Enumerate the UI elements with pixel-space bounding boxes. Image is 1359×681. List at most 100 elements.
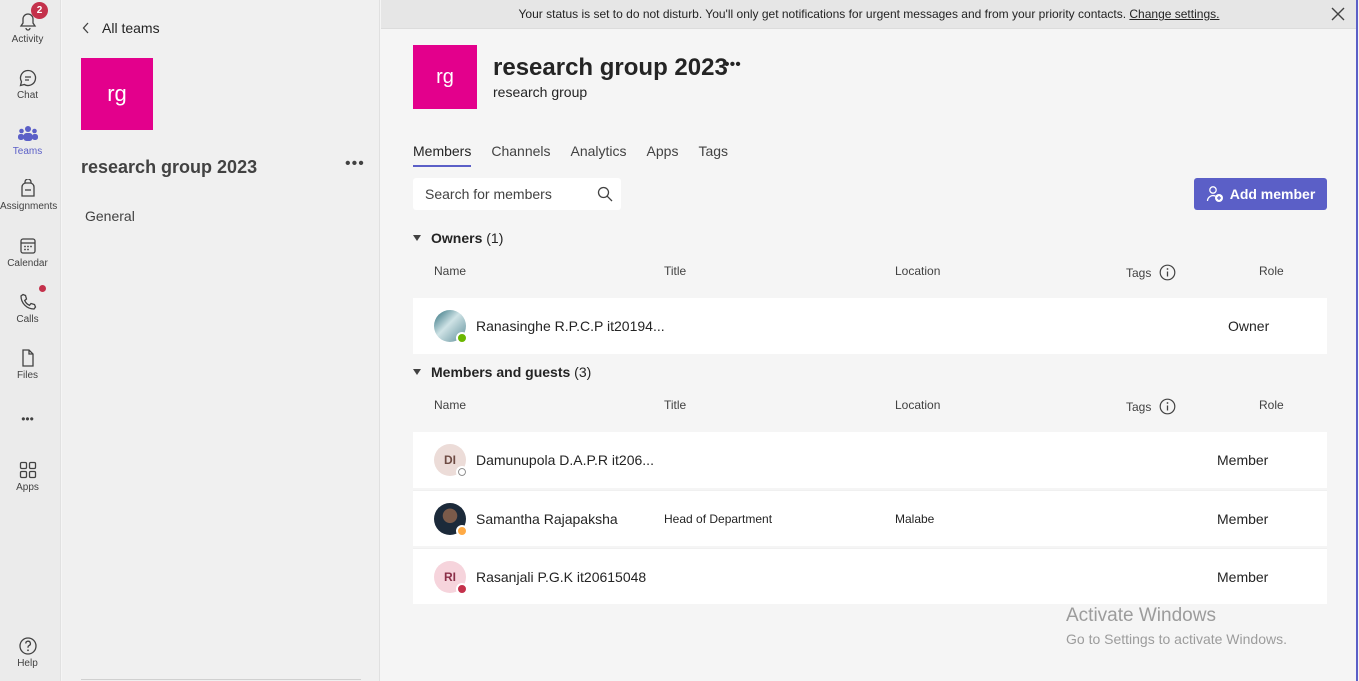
member-name: Damunupola D.A.P.R it206... — [476, 452, 654, 468]
rail-chat-label: Chat — [16, 90, 39, 101]
tab-tags[interactable]: Tags — [698, 143, 728, 167]
rail-calendar[interactable]: Calendar — [0, 236, 55, 269]
search-members-input[interactable]: Search for members — [413, 178, 621, 210]
col-tags: Tags — [1126, 398, 1176, 415]
avatar-initials: RI — [444, 570, 456, 584]
avatar-initials: DI — [444, 453, 456, 467]
teams-icon — [17, 126, 38, 141]
rail-teams[interactable]: Teams — [0, 124, 55, 157]
member-role[interactable]: Member — [1217, 432, 1268, 488]
chevron-left-icon — [82, 22, 89, 34]
team-name: research group 2023 — [81, 157, 258, 177]
page-title: research group 2023 — [493, 54, 728, 81]
phone-icon — [19, 293, 36, 310]
rail-teams-label: Teams — [12, 146, 43, 157]
status-banner: Your status is set to do not disturb. Yo… — [381, 0, 1357, 29]
header-more-options-button[interactable]: ••• — [724, 56, 741, 74]
more-icon: ••• — [21, 412, 34, 426]
all-teams-link[interactable]: All teams — [82, 20, 160, 36]
col-name: Name — [434, 398, 467, 412]
col-tags: Tags — [1126, 264, 1176, 281]
rail-calls[interactable]: Calls — [0, 285, 55, 325]
table-row[interactable]: Ranasinghe R.P.C.P it20194... Owner — [413, 298, 1327, 354]
caret-down-icon — [413, 369, 421, 375]
table-row[interactable]: DI Damunupola D.A.P.R it206... Member — [413, 432, 1327, 488]
team-pane: All teams rg research group 2023 ••• Gen… — [62, 0, 380, 681]
avatar — [434, 310, 468, 344]
member-role[interactable]: Member — [1217, 549, 1268, 605]
backpack-icon — [20, 179, 35, 197]
members-label: Members and guests — [431, 364, 571, 380]
close-icon[interactable] — [1331, 7, 1345, 21]
members-count: (3) — [574, 364, 592, 380]
info-icon[interactable] — [1159, 398, 1176, 415]
rail-files[interactable]: Files — [0, 348, 55, 381]
info-icon[interactable] — [1159, 264, 1176, 281]
tab-bar: Members Channels Analytics Apps Tags — [413, 143, 728, 167]
change-settings-link[interactable]: Change settings. — [1129, 7, 1219, 21]
watermark-line2: Go to Settings to activate Windows. — [1066, 631, 1287, 647]
member-role[interactable]: Member — [1217, 491, 1268, 547]
app-rail: 2 Activity Chat Teams Assignments Calend… — [0, 0, 61, 681]
rail-chat[interactable]: Chat — [0, 68, 55, 101]
presence-away-icon — [456, 525, 468, 537]
file-icon — [21, 349, 34, 367]
chat-icon — [19, 69, 36, 87]
page-subtitle: research group — [493, 84, 588, 100]
tab-members[interactable]: Members — [413, 143, 472, 167]
main-content: Your status is set to do not disturb. Yo… — [381, 0, 1359, 681]
add-member-button[interactable]: Add member — [1194, 178, 1327, 210]
rail-activity[interactable]: 2 Activity — [0, 2, 55, 45]
tab-analytics[interactable]: Analytics — [571, 143, 627, 167]
rail-assignments-label: Assignments — [0, 201, 58, 212]
team-header-tile: rg — [413, 45, 477, 109]
rail-calendar-label: Calendar — [7, 258, 48, 269]
all-teams-label: All teams — [102, 20, 160, 36]
owners-count: (1) — [486, 230, 504, 246]
channel-general[interactable]: General — [85, 208, 135, 224]
owners-label: Owners — [431, 230, 483, 246]
tab-apps[interactable]: Apps — [647, 143, 679, 167]
col-location: Location — [895, 398, 941, 412]
rail-more-apps[interactable]: ••• — [0, 412, 55, 426]
rail-assignments[interactable]: Assignments — [0, 179, 58, 212]
col-title: Title — [664, 264, 687, 278]
avatar — [434, 503, 468, 537]
owners-section-toggle[interactable]: Owners (1) — [413, 230, 503, 246]
activity-badge: 2 — [31, 2, 48, 19]
avatar: DI — [434, 444, 468, 478]
table-row[interactable]: RI Rasanjali P.G.K it20615048 Member — [413, 548, 1327, 604]
members-section-toggle[interactable]: Members and guests (3) — [413, 364, 591, 380]
col-role: Role — [1259, 264, 1284, 278]
team-more-options-button[interactable]: ••• — [345, 155, 365, 173]
apps-icon — [19, 461, 36, 479]
caret-down-icon — [413, 235, 421, 241]
presence-dnd-icon — [456, 583, 468, 595]
search-icon — [597, 186, 613, 202]
watermark-line1: Activate Windows — [1066, 605, 1216, 626]
add-person-icon — [1206, 186, 1223, 202]
member-title: Head of Department — [664, 512, 773, 526]
activate-windows-watermark: Activate Windows Go to Settings to activ… — [1066, 605, 1287, 647]
member-name: Ranasinghe R.P.C.P it20194... — [476, 318, 665, 334]
search-placeholder: Search for members — [425, 186, 552, 202]
help-icon — [18, 637, 37, 655]
col-role: Role — [1259, 398, 1284, 412]
calls-notification-dot — [39, 285, 46, 292]
col-title: Title — [664, 398, 687, 412]
avatar: RI — [434, 561, 468, 595]
rail-help-label: Help — [17, 658, 38, 669]
calendar-icon — [19, 238, 36, 254]
rail-apps-label: Apps — [16, 482, 39, 493]
table-row[interactable]: Samantha Rajapaksha Head of Department M… — [413, 490, 1327, 546]
team-avatar-tile: rg — [81, 58, 153, 130]
tab-channels[interactable]: Channels — [491, 143, 550, 167]
member-name: Rasanjali P.G.K it20615048 — [476, 569, 647, 585]
rail-help[interactable]: Help — [0, 636, 55, 669]
col-tags-label: Tags — [1126, 265, 1152, 280]
add-member-label: Add member — [1229, 186, 1316, 202]
status-banner-text: Your status is set to do not disturb. Yo… — [518, 7, 1127, 21]
member-role[interactable]: Owner — [1228, 298, 1269, 354]
rail-apps[interactable]: Apps — [0, 460, 55, 493]
divider — [81, 679, 361, 680]
